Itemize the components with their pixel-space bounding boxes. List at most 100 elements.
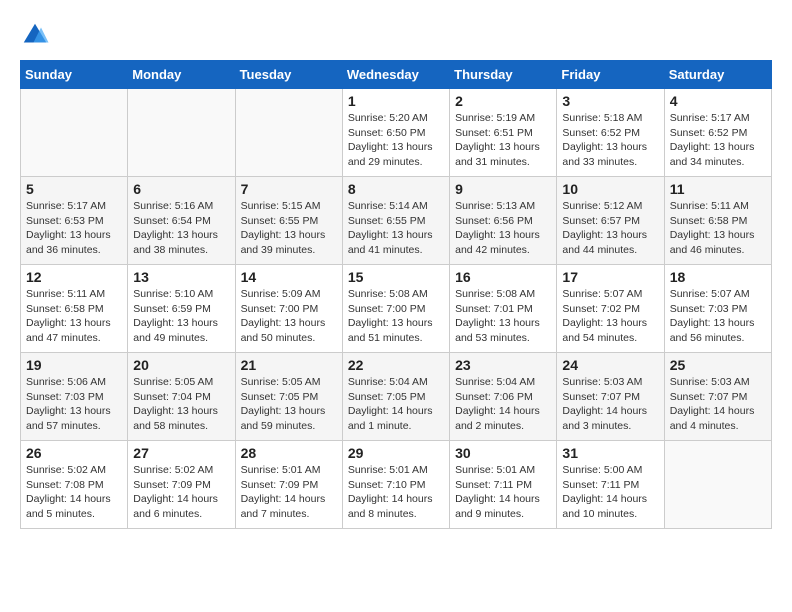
calendar-cell: 16 Sunrise: 5:08 AMSunset: 7:01 PMDayligh…	[450, 265, 557, 353]
day-info: Sunrise: 5:08 AMSunset: 7:01 PMDaylight:…	[455, 287, 551, 346]
calendar-cell: 4 Sunrise: 5:17 AMSunset: 6:52 PMDaylight…	[664, 89, 771, 177]
calendar-cell: 31 Sunrise: 5:00 AMSunset: 7:11 PMDayligh…	[557, 441, 664, 529]
day-number: 31	[562, 445, 658, 461]
day-number: 26	[26, 445, 122, 461]
day-info: Sunrise: 5:09 AMSunset: 7:00 PMDaylight:…	[241, 287, 337, 346]
calendar-table: SundayMondayTuesdayWednesdayThursdayFrid…	[20, 60, 772, 529]
day-info: Sunrise: 5:20 AMSunset: 6:50 PMDaylight:…	[348, 111, 444, 170]
calendar-cell: 30 Sunrise: 5:01 AMSunset: 7:11 PMDayligh…	[450, 441, 557, 529]
day-info: Sunrise: 5:08 AMSunset: 7:00 PMDaylight:…	[348, 287, 444, 346]
calendar-cell: 22Sunrise: 5:04 AMSunset: 7:05 PMDayligh…	[342, 353, 449, 441]
calendar-cell: 9Sunrise: 5:13 AMSunset: 6:56 PMDaylight…	[450, 177, 557, 265]
calendar-week-row: 5 Sunrise: 5:17 AMSunset: 6:53 PMDaylight…	[21, 177, 772, 265]
day-number: 27	[133, 445, 229, 461]
calendar-cell: 17Sunrise: 5:07 AMSunset: 7:02 PMDayligh…	[557, 265, 664, 353]
day-number: 16	[455, 269, 551, 285]
day-number: 2	[455, 93, 551, 109]
calendar-week-row: 19Sunrise: 5:06 AMSunset: 7:03 PMDayligh…	[21, 353, 772, 441]
calendar-cell: 19Sunrise: 5:06 AMSunset: 7:03 PMDayligh…	[21, 353, 128, 441]
calendar-cell	[235, 89, 342, 177]
day-info: Sunrise: 5:02 AMSunset: 7:09 PMDaylight:…	[133, 463, 229, 522]
day-info: Sunrise: 5:06 AMSunset: 7:03 PMDaylight:…	[26, 375, 122, 434]
calendar-cell: 21 Sunrise: 5:05 AMSunset: 7:05 PMDayligh…	[235, 353, 342, 441]
calendar-cell: 23 Sunrise: 5:04 AMSunset: 7:06 PMDayligh…	[450, 353, 557, 441]
day-number: 15	[348, 269, 444, 285]
day-info: Sunrise: 5:19 AMSunset: 6:51 PMDaylight:…	[455, 111, 551, 170]
logo-icon	[20, 20, 50, 50]
day-number: 18	[670, 269, 766, 285]
header-monday: Monday	[128, 61, 235, 89]
header-thursday: Thursday	[450, 61, 557, 89]
day-info: Sunrise: 5:03 AMSunset: 7:07 PMDaylight:…	[562, 375, 658, 434]
day-number: 7	[241, 181, 337, 197]
day-number: 14	[241, 269, 337, 285]
calendar-cell: 13Sunrise: 5:10 AMSunset: 6:59 PMDayligh…	[128, 265, 235, 353]
day-number: 30	[455, 445, 551, 461]
calendar-cell: 25 Sunrise: 5:03 AMSunset: 7:07 PMDayligh…	[664, 353, 771, 441]
day-info: Sunrise: 5:04 AMSunset: 7:05 PMDaylight:…	[348, 375, 444, 434]
calendar-cell	[128, 89, 235, 177]
calendar-cell: 24 Sunrise: 5:03 AMSunset: 7:07 PMDayligh…	[557, 353, 664, 441]
day-info: Sunrise: 5:03 AMSunset: 7:07 PMDaylight:…	[670, 375, 766, 434]
day-info: Sunrise: 5:11 AMSunset: 6:58 PMDaylight:…	[26, 287, 122, 346]
calendar-cell: 8 Sunrise: 5:14 AMSunset: 6:55 PMDaylight…	[342, 177, 449, 265]
calendar-cell: 27 Sunrise: 5:02 AMSunset: 7:09 PMDayligh…	[128, 441, 235, 529]
day-info: Sunrise: 5:04 AMSunset: 7:06 PMDaylight:…	[455, 375, 551, 434]
day-info: Sunrise: 5:17 AMSunset: 6:52 PMDaylight:…	[670, 111, 766, 170]
day-number: 28	[241, 445, 337, 461]
day-info: Sunrise: 5:17 AMSunset: 6:53 PMDaylight:…	[26, 199, 122, 258]
day-number: 8	[348, 181, 444, 197]
day-number: 5	[26, 181, 122, 197]
day-info: Sunrise: 5:15 AMSunset: 6:55 PMDaylight:…	[241, 199, 337, 258]
calendar-cell: 1 Sunrise: 5:20 AMSunset: 6:50 PMDaylight…	[342, 89, 449, 177]
day-number: 17	[562, 269, 658, 285]
day-info: Sunrise: 5:14 AMSunset: 6:55 PMDaylight:…	[348, 199, 444, 258]
calendar-week-row: 12 Sunrise: 5:11 AMSunset: 6:58 PMDayligh…	[21, 265, 772, 353]
day-info: Sunrise: 5:01 AMSunset: 7:09 PMDaylight:…	[241, 463, 337, 522]
calendar-cell: 14 Sunrise: 5:09 AMSunset: 7:00 PMDayligh…	[235, 265, 342, 353]
day-number: 10	[562, 181, 658, 197]
calendar-cell: 7 Sunrise: 5:15 AMSunset: 6:55 PMDaylight…	[235, 177, 342, 265]
day-number: 29	[348, 445, 444, 461]
day-info: Sunrise: 5:02 AMSunset: 7:08 PMDaylight:…	[26, 463, 122, 522]
day-info: Sunrise: 5:05 AMSunset: 7:05 PMDaylight:…	[241, 375, 337, 434]
day-info: Sunrise: 5:01 AMSunset: 7:11 PMDaylight:…	[455, 463, 551, 522]
calendar-cell	[664, 441, 771, 529]
calendar-cell: 11 Sunrise: 5:11 AMSunset: 6:58 PMDayligh…	[664, 177, 771, 265]
header-wednesday: Wednesday	[342, 61, 449, 89]
calendar-cell: 2 Sunrise: 5:19 AMSunset: 6:51 PMDaylight…	[450, 89, 557, 177]
day-info: Sunrise: 5:11 AMSunset: 6:58 PMDaylight:…	[670, 199, 766, 258]
day-number: 21	[241, 357, 337, 373]
calendar-cell: 28 Sunrise: 5:01 AMSunset: 7:09 PMDayligh…	[235, 441, 342, 529]
calendar-cell: 12 Sunrise: 5:11 AMSunset: 6:58 PMDayligh…	[21, 265, 128, 353]
calendar-cell: 6Sunrise: 5:16 AMSunset: 6:54 PMDaylight…	[128, 177, 235, 265]
day-info: Sunrise: 5:07 AMSunset: 7:03 PMDaylight:…	[670, 287, 766, 346]
calendar-cell: 15 Sunrise: 5:08 AMSunset: 7:00 PMDayligh…	[342, 265, 449, 353]
day-info: Sunrise: 5:16 AMSunset: 6:54 PMDaylight:…	[133, 199, 229, 258]
calendar-cell: 18 Sunrise: 5:07 AMSunset: 7:03 PMDayligh…	[664, 265, 771, 353]
day-number: 1	[348, 93, 444, 109]
day-number: 23	[455, 357, 551, 373]
day-number: 25	[670, 357, 766, 373]
calendar-cell	[21, 89, 128, 177]
calendar-week-row: 1 Sunrise: 5:20 AMSunset: 6:50 PMDaylight…	[21, 89, 772, 177]
page-header	[20, 20, 772, 50]
day-info: Sunrise: 5:00 AMSunset: 7:11 PMDaylight:…	[562, 463, 658, 522]
calendar-cell: 29Sunrise: 5:01 AMSunset: 7:10 PMDayligh…	[342, 441, 449, 529]
header-saturday: Saturday	[664, 61, 771, 89]
calendar-cell: 10Sunrise: 5:12 AMSunset: 6:57 PMDayligh…	[557, 177, 664, 265]
day-number: 11	[670, 181, 766, 197]
calendar-week-row: 26 Sunrise: 5:02 AMSunset: 7:08 PMDayligh…	[21, 441, 772, 529]
logo	[20, 20, 54, 50]
day-number: 4	[670, 93, 766, 109]
day-info: Sunrise: 5:10 AMSunset: 6:59 PMDaylight:…	[133, 287, 229, 346]
day-info: Sunrise: 5:18 AMSunset: 6:52 PMDaylight:…	[562, 111, 658, 170]
day-info: Sunrise: 5:05 AMSunset: 7:04 PMDaylight:…	[133, 375, 229, 434]
header-tuesday: Tuesday	[235, 61, 342, 89]
day-number: 12	[26, 269, 122, 285]
header-sunday: Sunday	[21, 61, 128, 89]
day-number: 24	[562, 357, 658, 373]
calendar-cell: 3Sunrise: 5:18 AMSunset: 6:52 PMDaylight…	[557, 89, 664, 177]
day-number: 9	[455, 181, 551, 197]
calendar-cell: 26 Sunrise: 5:02 AMSunset: 7:08 PMDayligh…	[21, 441, 128, 529]
